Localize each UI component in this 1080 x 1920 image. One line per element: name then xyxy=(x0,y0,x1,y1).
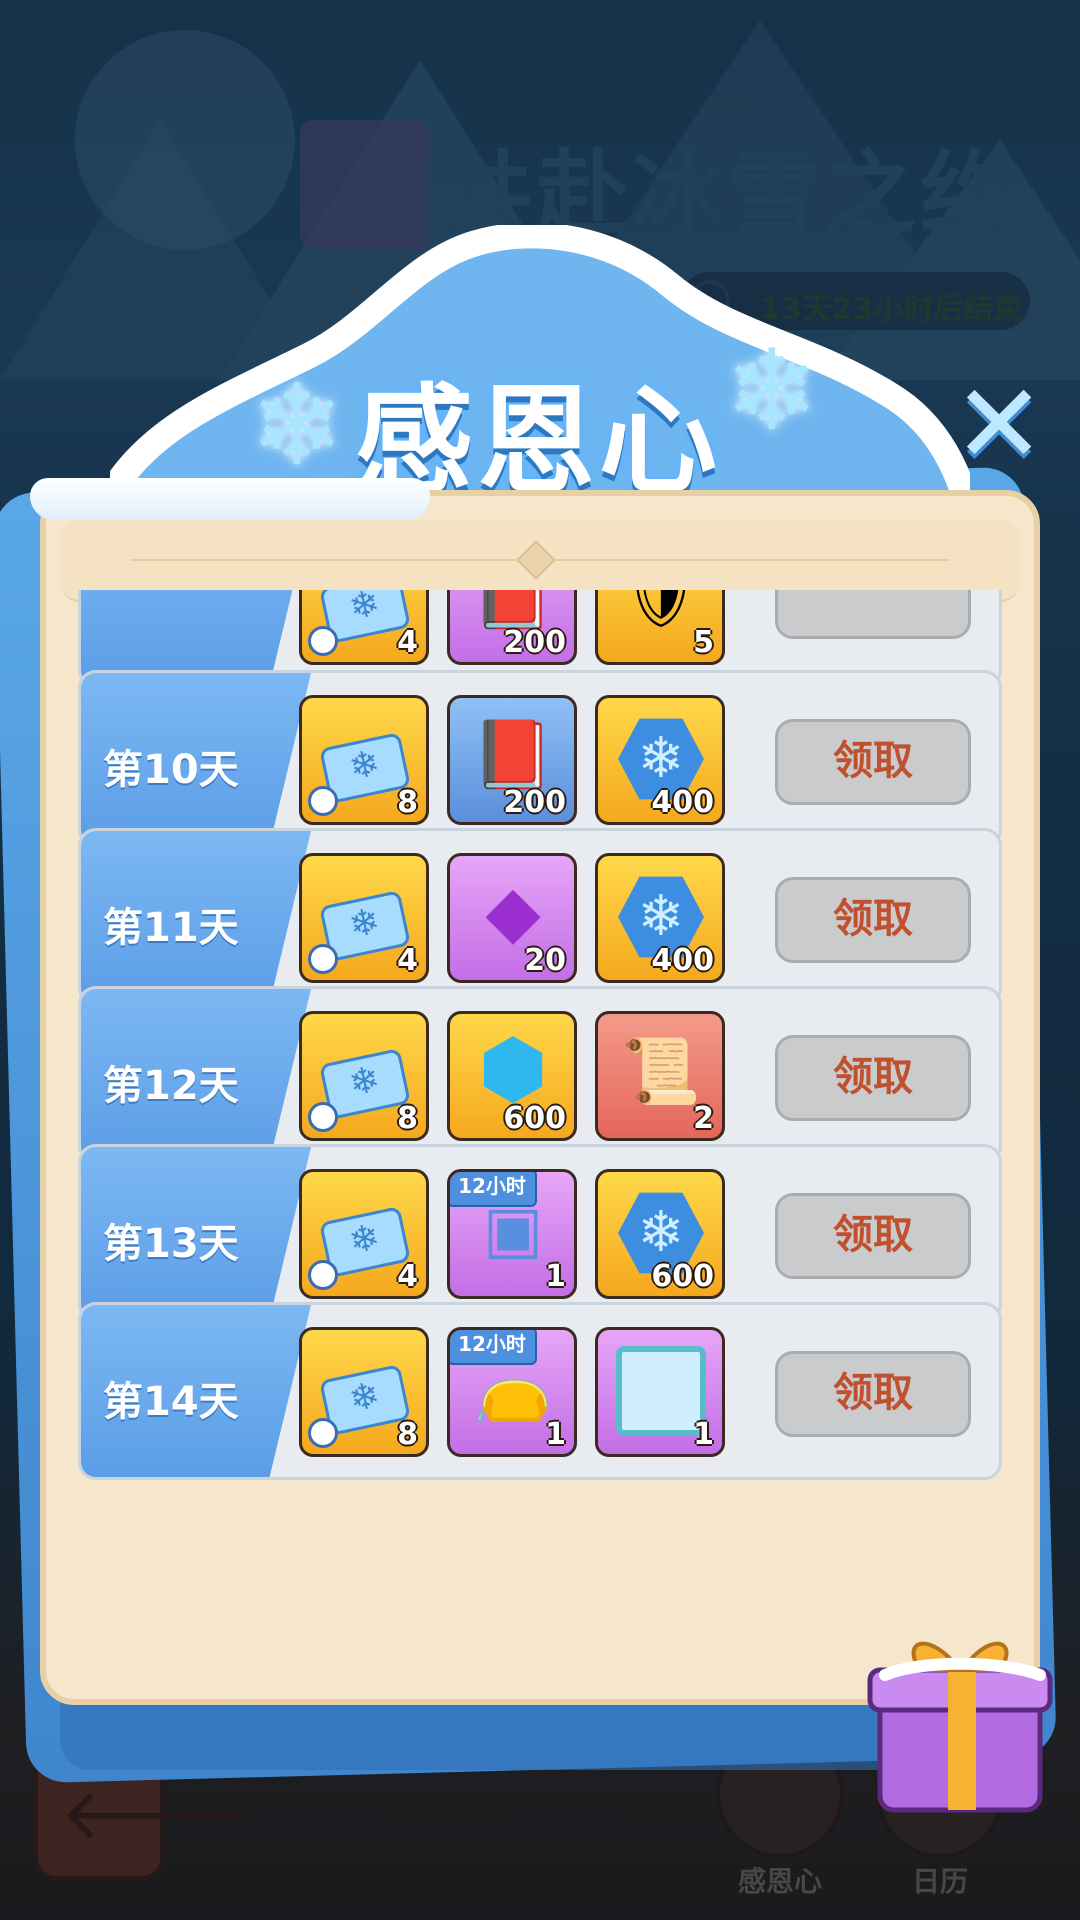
item-quantity: 600 xyxy=(651,1259,714,1294)
reward-row: 第11天 ❄ 4 ◆ 20 ❄ 400 领取 xyxy=(78,828,1002,1006)
item-quantity: 400 xyxy=(651,785,714,820)
timer-clock-icon xyxy=(308,1102,338,1132)
item-quantity: 8 xyxy=(397,1417,418,1452)
day-label: 第11天 xyxy=(103,905,239,951)
item-quantity: 8 xyxy=(397,1101,418,1136)
item-quantity: 1 xyxy=(545,1417,566,1452)
day-label: 第13天 xyxy=(103,1221,239,1267)
day-label: 第12天 xyxy=(103,1063,239,1109)
reward-item[interactable]: ◆ 20 xyxy=(447,853,577,983)
reward-item[interactable]: ▣ 12小时 1 xyxy=(447,1169,577,1299)
claim-button[interactable]: 领取 xyxy=(775,877,971,963)
item-quantity: 20 xyxy=(524,943,566,978)
close-button[interactable]: ✕ xyxy=(945,369,1055,485)
reward-row: 第13天 ❄ 4 ▣ 12小时 1 ❄ 600 领取 xyxy=(78,1144,1002,1322)
reward-item[interactable]: ❄ 4 xyxy=(299,1169,429,1299)
reward-row: 第14天 ❄ 8 👝 12小时 1 1 领取 xyxy=(78,1302,1002,1480)
item-quantity: 1 xyxy=(545,1259,566,1294)
reward-item[interactable]: 1 xyxy=(595,1327,725,1457)
duration-tag: 12小时 xyxy=(450,1330,537,1365)
item-quantity: 1 xyxy=(693,1417,714,1452)
timer-clock-icon xyxy=(308,626,338,656)
reward-item[interactable]: 📜 2 xyxy=(595,1011,725,1141)
reward-item[interactable]: ❄ 8 xyxy=(299,1327,429,1457)
item-quantity: 600 xyxy=(503,1101,566,1136)
item-quantity: 2 xyxy=(693,1101,714,1136)
reward-item[interactable]: 🛡 5 xyxy=(595,590,725,665)
item-quantity: 400 xyxy=(651,943,714,978)
claim-button[interactable] xyxy=(775,590,971,639)
item-quantity: 5 xyxy=(693,625,714,660)
duration-tag: 12小时 xyxy=(450,1172,537,1207)
claim-button[interactable]: 领取 xyxy=(775,1351,971,1437)
reward-row: 第12天 ❄ 8 ⬢ 600 📜 2 领取 xyxy=(78,986,1002,1164)
close-icon: ✕ xyxy=(953,360,1046,488)
reward-item[interactable]: ❄ 8 xyxy=(299,1011,429,1141)
item-quantity: 4 xyxy=(397,1259,418,1294)
reward-item[interactable]: ❄ 4 xyxy=(299,590,429,665)
reward-item[interactable]: 📕 200 xyxy=(447,695,577,825)
reward-item[interactable]: ❄ 400 xyxy=(595,853,725,983)
reward-item[interactable]: ❄ 4 xyxy=(299,853,429,983)
reward-row: 第10天 ❄ 8 📕 200 ❄ 400 领取 xyxy=(78,670,1002,848)
reward-item[interactable]: ❄ 400 xyxy=(595,695,725,825)
claim-button[interactable]: 领取 xyxy=(775,1193,971,1279)
snowflake-icon-left: ❄ xyxy=(250,361,344,491)
claim-button[interactable]: 领取 xyxy=(775,719,971,805)
reward-item[interactable]: ❄ 8 xyxy=(299,695,429,825)
timer-clock-icon xyxy=(308,1418,338,1448)
day-label: 第14天 xyxy=(103,1379,239,1425)
item-quantity: 8 xyxy=(397,785,418,820)
reward-item[interactable]: ❄ 600 xyxy=(595,1169,725,1299)
reward-item[interactable]: 📕 200 xyxy=(447,590,577,665)
reward-item[interactable]: 👝 12小时 1 xyxy=(447,1327,577,1457)
gift-box-icon[interactable] xyxy=(860,1620,1060,1820)
claim-button[interactable]: 领取 xyxy=(775,1035,971,1121)
item-quantity: 4 xyxy=(397,943,418,978)
timer-clock-icon xyxy=(308,786,338,816)
item-quantity: 4 xyxy=(397,625,418,660)
reward-list[interactable]: ❄ 4 📕 200 🛡 5 第10天 ❄ 8 📕 200 ❄ 400 领取 第11天 ❄ 4 ◆ 20 ❄ 400 领取第… xyxy=(78,590,1002,1630)
reward-item[interactable]: ⬢ 600 xyxy=(447,1011,577,1141)
timer-clock-icon xyxy=(308,944,338,974)
item-quantity: 200 xyxy=(503,625,566,660)
day-label: 第10天 xyxy=(103,747,239,793)
snow-cap xyxy=(30,478,430,520)
snowflake-icon-right: ❄ xyxy=(725,326,819,456)
timer-clock-icon xyxy=(308,1260,338,1290)
item-quantity: 200 xyxy=(503,785,566,820)
